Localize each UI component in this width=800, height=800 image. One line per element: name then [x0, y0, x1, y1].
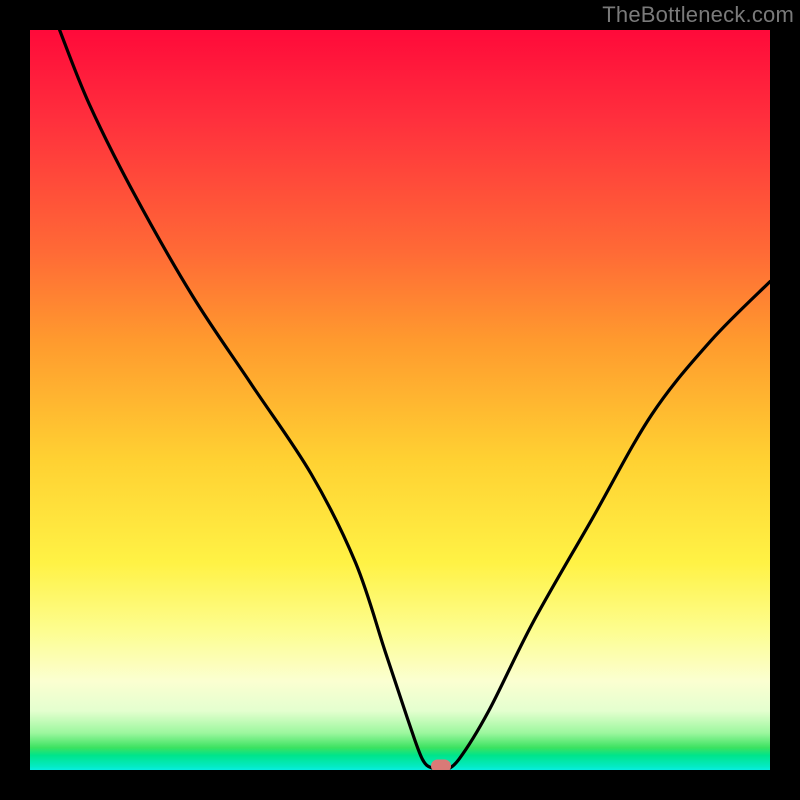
bottleneck-curve [60, 30, 770, 770]
optimal-point-marker [431, 760, 451, 770]
plot-area [30, 30, 770, 770]
curve-svg [30, 30, 770, 770]
chart-frame: TheBottleneck.com [0, 0, 800, 800]
watermark-text: TheBottleneck.com [602, 2, 794, 28]
